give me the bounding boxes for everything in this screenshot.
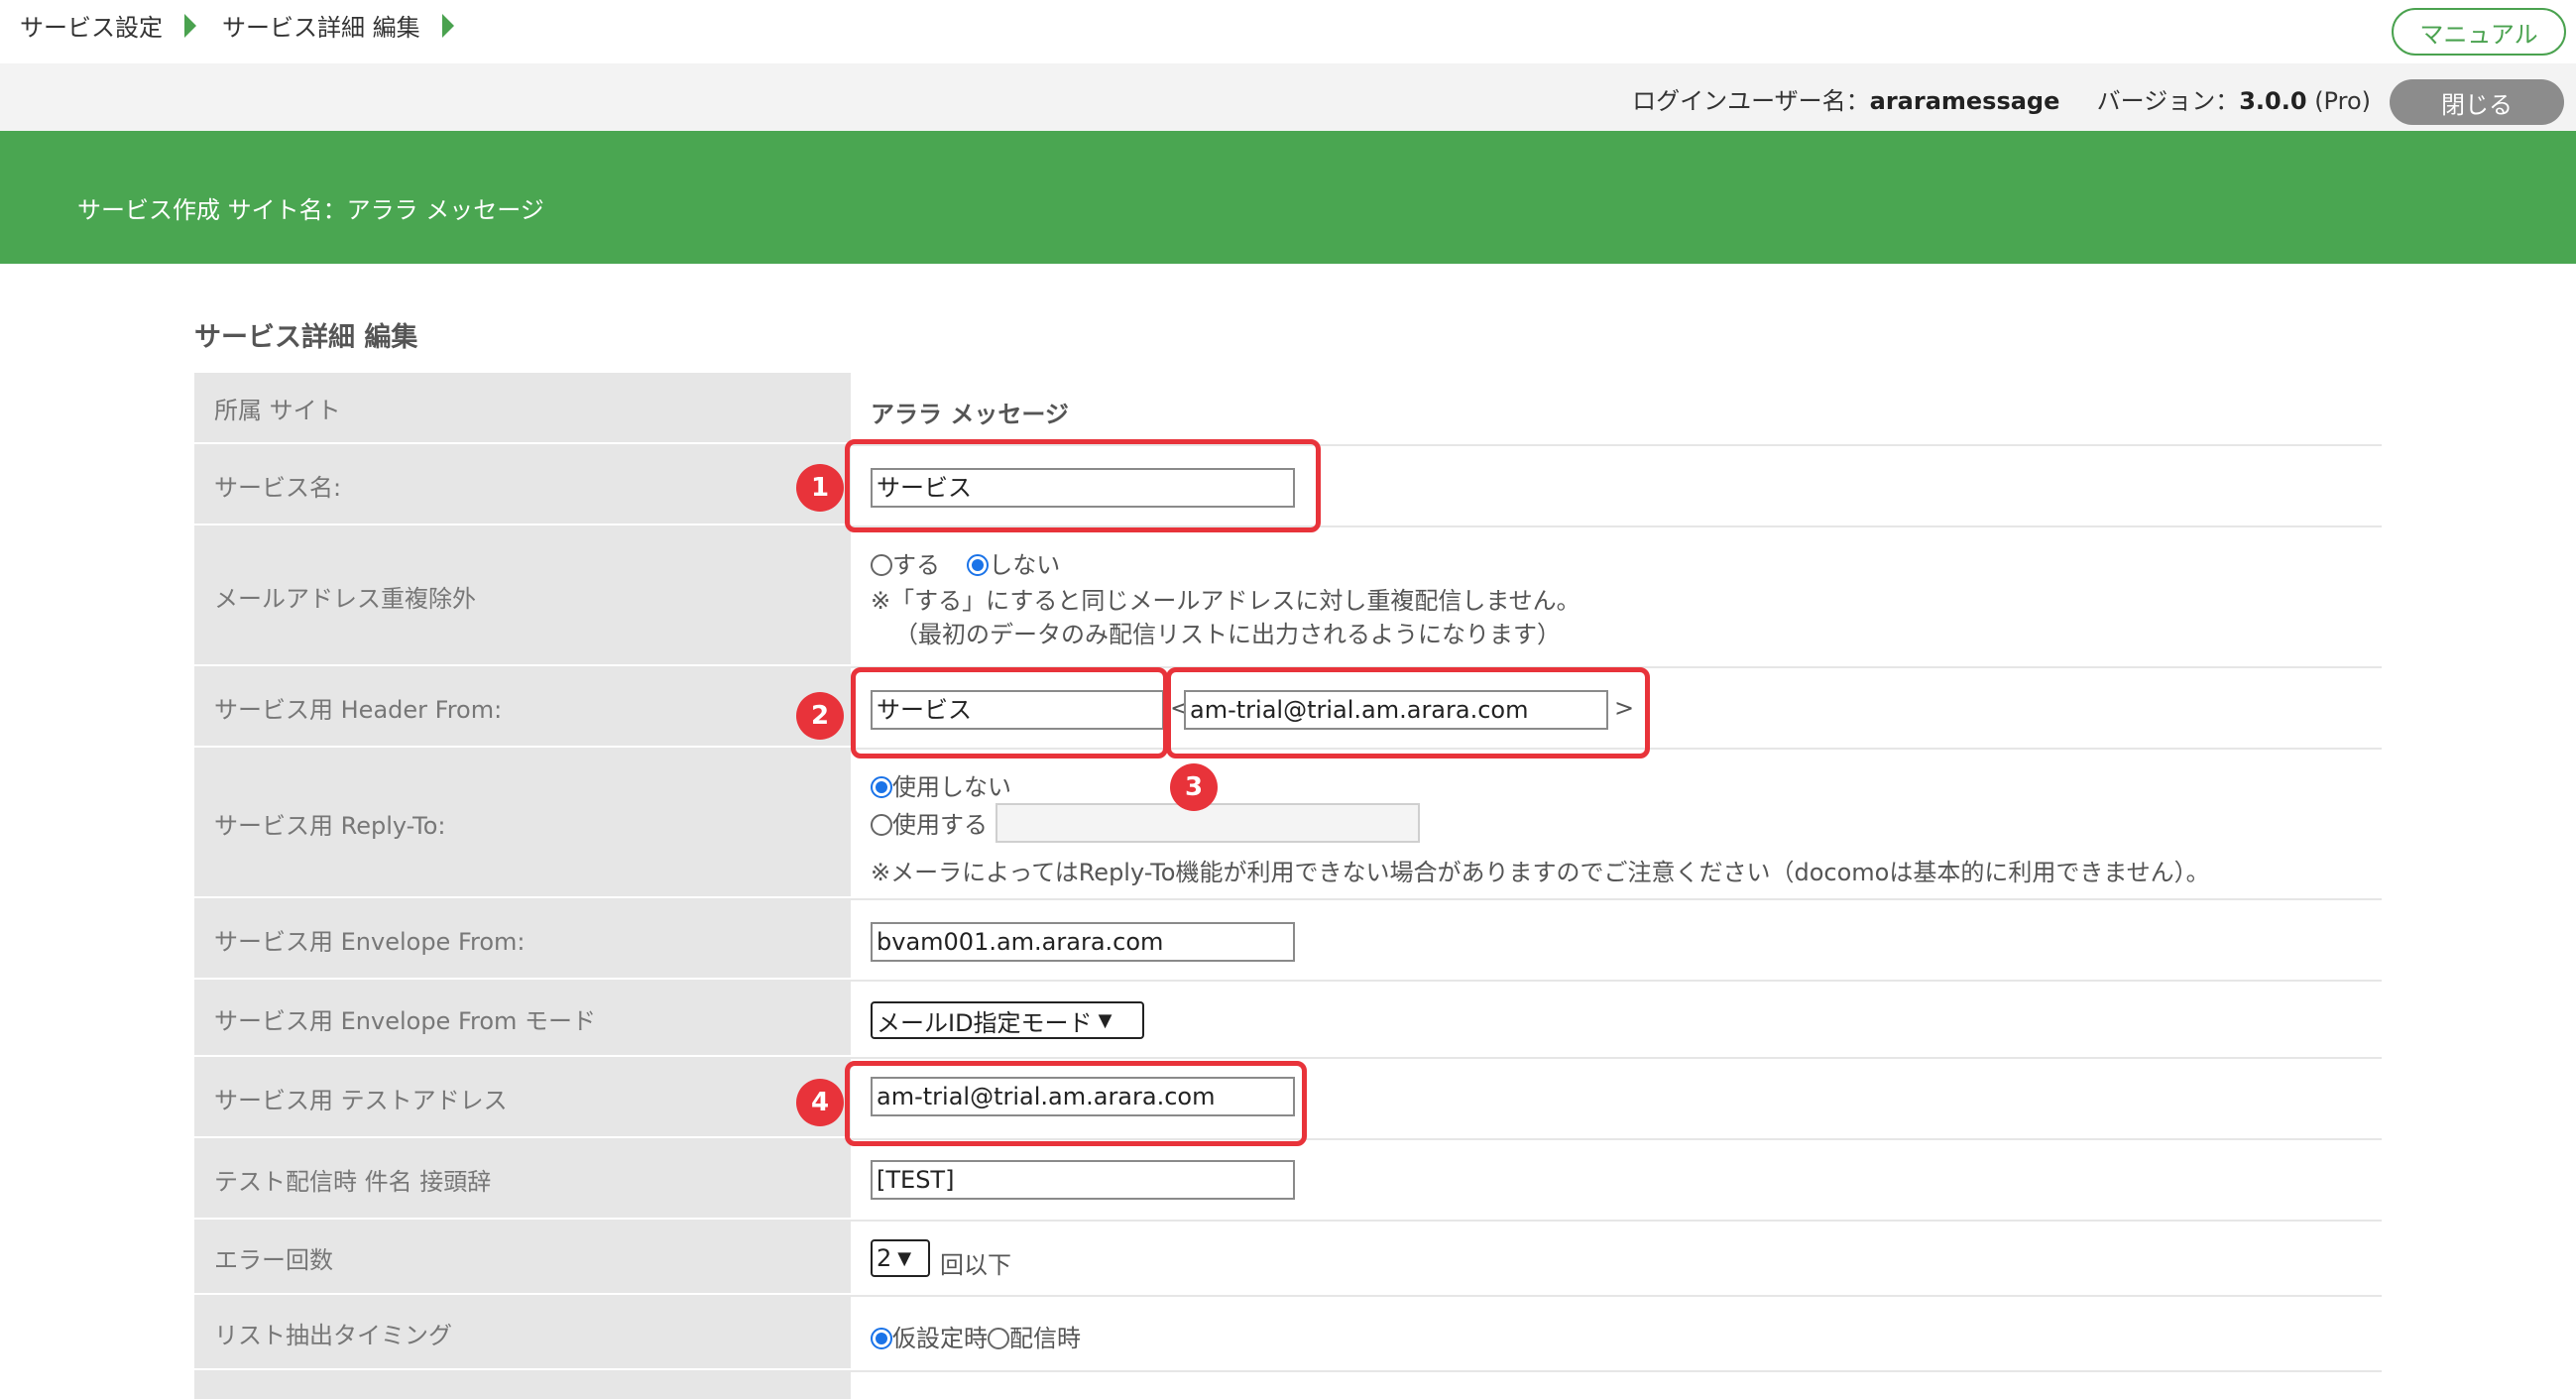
list-timing-b-radio[interactable]	[988, 1328, 1009, 1349]
form-row-envelope-mode: サービス用 Envelope From モード メールID指定モード ▼	[194, 982, 2382, 1059]
service-name-label: サービス名:	[194, 446, 851, 525]
list-timing-a-label[interactable]: 仮設定時	[892, 1325, 988, 1352]
page-banner: サービス作成 サイト名：アララ メッセージ	[0, 131, 2576, 264]
reply-to-off-label[interactable]: 使用しない	[892, 773, 1011, 801]
reply-to-note: ※メーラによってはReply-To機能が利用できない場合がありますのでご注意くだ…	[871, 859, 2210, 886]
error-count-selected: 2	[877, 1244, 892, 1272]
annotation-box-3	[1166, 667, 1650, 758]
dup-exclude-label: メールアドレス重複除外	[194, 527, 851, 666]
reply-to-off-radio[interactable]	[871, 776, 892, 798]
error-count-suffix: 回以下	[940, 1251, 1011, 1279]
annotation-box-1	[845, 439, 1321, 532]
breadcrumb-separator-icon	[441, 13, 454, 38]
breadcrumb: サービス設定 サービス詳細 編集	[20, 8, 480, 43]
form-row-next	[194, 1372, 2382, 1399]
chevron-down-icon: ▼	[897, 1247, 912, 1269]
dup-exclude-yes-radio[interactable]	[871, 554, 892, 576]
test-address-label: サービス用 テストアドレス	[194, 1059, 851, 1138]
list-timing-b-label[interactable]: 配信時	[1009, 1325, 1081, 1352]
site-value: アララ メッセージ	[871, 401, 1069, 428]
form-row-test-prefix: テスト配信時 件名 接頭辞 [TEST]	[194, 1140, 2382, 1222]
breadcrumb-item-service-settings[interactable]: サービス設定	[20, 8, 163, 43]
annotation-badge-3: 3	[1170, 763, 1218, 811]
top-bar: サービス設定 サービス詳細 編集 マニュアル	[0, 0, 2576, 63]
envelope-mode-select[interactable]: メールID指定モード ▼	[871, 1001, 1144, 1039]
error-count-select[interactable]: 2 ▼	[871, 1239, 930, 1277]
form-row-reply-to: サービス用 Reply-To: 使用しない 使用する ※メーラによってはRepl…	[194, 750, 2382, 900]
dup-exclude-note-1: ※「する」にすると同じメールアドレスに対し重複配信しません。	[871, 587, 1581, 615]
site-label: 所属 サイト	[194, 373, 851, 444]
manual-button[interactable]: マニュアル	[2392, 8, 2566, 56]
breadcrumb-item-service-edit[interactable]: サービス詳細 編集	[222, 8, 420, 43]
dup-exclude-yes-label[interactable]: する	[892, 551, 940, 579]
form-row-error-count: エラー回数 2 ▼ 回以下	[194, 1222, 2382, 1297]
section-title: サービス詳細 編集	[194, 322, 418, 353]
form-row-site: 所属 サイト アララ メッセージ	[194, 373, 2382, 446]
annotation-badge-4: 4	[796, 1079, 844, 1126]
form-row-envelope-from: サービス用 Envelope From: bvam001.am.arara.co…	[194, 900, 2382, 982]
annotation-badge-1: 1	[796, 464, 844, 512]
envelope-from-label: サービス用 Envelope From:	[194, 900, 851, 980]
list-timing-label: リスト抽出タイミング	[194, 1297, 851, 1370]
list-timing-a-radio[interactable]	[871, 1328, 892, 1349]
annotation-box-2	[851, 667, 1168, 758]
test-prefix-input[interactable]: [TEST]	[871, 1160, 1295, 1200]
reply-to-input[interactable]	[995, 803, 1420, 843]
error-count-label: エラー回数	[194, 1222, 851, 1295]
header-from-label: サービス用 Header From:	[194, 668, 851, 748]
user-bar: ログインユーザー名：araramessage バージョン：3.0.0 (Pro)…	[0, 63, 2576, 131]
form-row-list-timing: リスト抽出タイミング 仮設定時 配信時	[194, 1297, 2382, 1372]
reply-to-label: サービス用 Reply-To:	[194, 750, 851, 898]
dup-exclude-no-radio[interactable]	[967, 554, 990, 576]
envelope-mode-selected: メールID指定モード	[877, 1008, 1093, 1037]
chevron-down-icon: ▼	[1098, 1009, 1112, 1031]
version-edition: (Pro)	[2314, 87, 2371, 115]
envelope-mode-label: サービス用 Envelope From モード	[194, 982, 851, 1057]
banner-title: サービス作成 サイト名：アララ メッセージ	[77, 196, 544, 224]
annotation-badge-2: 2	[796, 692, 844, 740]
close-button[interactable]: 閉じる	[2390, 79, 2564, 125]
login-user-label: ログインユーザー名：	[1632, 87, 1870, 115]
version-label: バージョン：	[2096, 87, 2240, 115]
version-value: 3.0.0	[2239, 87, 2307, 115]
login-user-name: araramessage	[1869, 87, 2060, 115]
next-row-label	[194, 1372, 851, 1399]
user-info: ログインユーザー名：araramessage バージョン：3.0.0 (Pro)	[1632, 81, 2371, 116]
envelope-from-input[interactable]: bvam001.am.arara.com	[871, 922, 1295, 962]
annotation-box-4	[845, 1061, 1307, 1146]
form-row-dup-exclude: メールアドレス重複除外 する しない ※「する」にすると同じメールアドレスに対し…	[194, 527, 2382, 668]
dup-exclude-note-2: （最初のデータのみ配信リストに出力されるようになります）	[894, 621, 1561, 648]
breadcrumb-separator-icon	[184, 13, 196, 38]
reply-to-on-label[interactable]: 使用する	[892, 811, 988, 839]
test-prefix-label: テスト配信時 件名 接頭辞	[194, 1140, 851, 1220]
reply-to-on-radio[interactable]	[871, 814, 892, 836]
dup-exclude-no-label[interactable]: しない	[989, 551, 1060, 579]
